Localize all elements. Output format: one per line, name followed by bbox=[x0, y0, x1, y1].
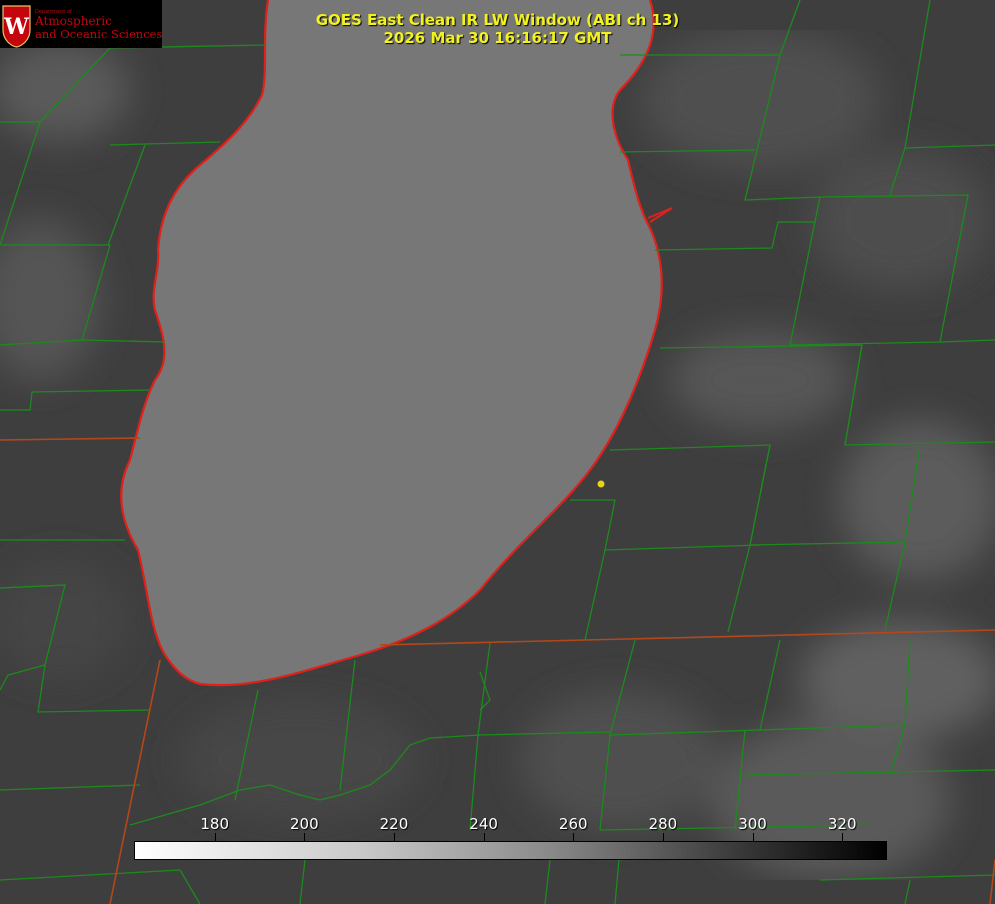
colorbar-tick-label: 260 bbox=[558, 815, 588, 833]
colorbar-tick-label: 180 bbox=[200, 815, 229, 833]
colorbar-tick-label: 240 bbox=[469, 815, 498, 833]
title-timestamp: 2026 Mar 30 16:16:17 GMT bbox=[383, 29, 612, 47]
title-product: GOES East Clean IR LW Window (ABI ch 13) bbox=[315, 11, 680, 29]
map-canvas bbox=[0, 0, 995, 904]
colorbar-tick-label: 300 bbox=[738, 815, 767, 833]
colorbar-tick-mark bbox=[662, 833, 664, 841]
image-title: GOES East Clean IR LW Window (ABI ch 13)… bbox=[0, 11, 995, 47]
colorbar-tick-mark bbox=[573, 833, 575, 841]
colorbar-gradient bbox=[134, 841, 887, 860]
satellite-image: W Department of Atmospheric and Oceanic … bbox=[0, 0, 995, 904]
colorbar-tick-mark bbox=[842, 833, 844, 841]
colorbar-tick-label: 200 bbox=[289, 815, 319, 833]
colorbar: 180 200 220 240 260 280 300 320 bbox=[134, 813, 887, 861]
colorbar-tick-mark bbox=[752, 833, 754, 841]
colorbar-tick-mark bbox=[393, 833, 395, 841]
colorbar-tick-label: 220 bbox=[379, 815, 409, 833]
colorbar-tick-mark bbox=[304, 833, 306, 841]
colorbar-tick-mark bbox=[214, 833, 216, 841]
colorbar-tick-label: 280 bbox=[648, 815, 678, 833]
colorbar-tick-label: 320 bbox=[827, 815, 857, 833]
colorbar-tick-mark bbox=[483, 833, 485, 841]
station-dot bbox=[597, 480, 605, 488]
